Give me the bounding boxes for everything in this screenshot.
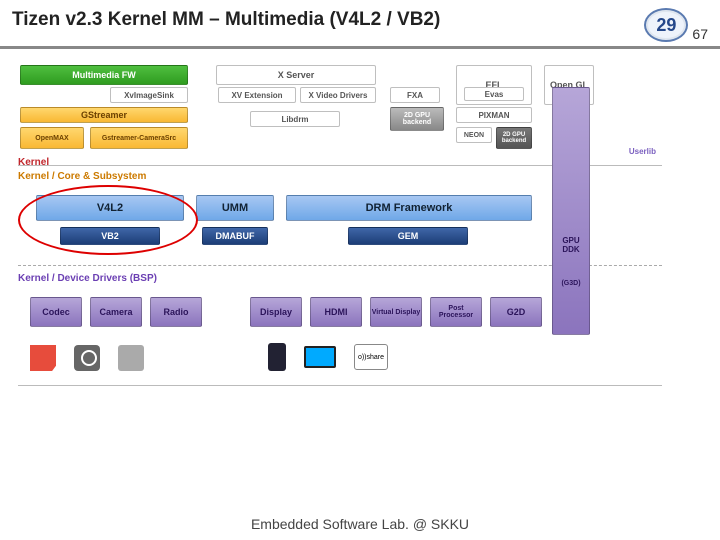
device-icons-row [30,345,144,371]
box-xvimagesink: XvImageSink [110,87,188,103]
phone-icon [268,343,286,371]
box-x-server: X Server [216,65,376,85]
box-pixman: PIXMAN [456,107,532,123]
share-icon: o))share [354,344,388,370]
page-badge: 29 67 [644,8,708,42]
box-neon: NEON [456,127,492,143]
page-current: 29 [644,8,688,42]
camera-icon [74,345,100,371]
monitor-icon [304,346,336,368]
box-libdrm: Libdrm [250,111,340,127]
slide-title: Tizen v2.3 Kernel MM – Multimedia (V4L2 … [12,8,634,32]
box-vb2: VB2 [60,227,160,245]
box-2d-gpu-backend-1: 2D GPU backend [390,107,444,131]
box-radio: Radio [150,297,202,327]
box-gpu-ddk: GPU DDK (G3D) [552,87,590,335]
label-kernel: Kernel [18,157,49,168]
box-drm-framework: DRM Framework [286,195,532,221]
box-evas: Evas [464,87,524,101]
box-v4l2: V4L2 [36,195,184,221]
box-camera: Camera [90,297,142,327]
box-gstreamer-camera-src: Gstreamer-CameraSrc [90,127,188,149]
label-kernel-core: Kernel / Core & Subsystem [18,171,146,182]
box-gem: GEM [348,227,468,245]
box-hdmi: HDMI [310,297,362,327]
box-gstreamer: GStreamer [20,107,188,123]
display-icons-row: o))share [268,343,388,371]
architecture-diagram: Multimedia FW X Server EFL Open GL XvIma… [18,65,702,445]
movie-icon [30,345,56,371]
box-openmax: OpenMAX [20,127,84,149]
label-gpu-ddk: GPU DDK [553,236,589,254]
label-kernel-bsp: Kernel / Device Drivers (BSP) [18,273,157,284]
box-umm: UMM [196,195,274,221]
page-total: 67 [692,26,708,42]
label-userlib: Userlib [629,147,656,156]
slide-footer: Embedded Software Lab. @ SKKU [0,516,720,532]
box-xv-extension: XV Extension [218,87,296,103]
box-dmabuf: DMABUF [202,227,268,245]
label-g3d: (G3D) [561,280,580,287]
radio-icon [118,345,144,371]
box-2d-gpu-backend-2: 2D GPU backend [496,127,532,149]
box-post-processor: Post Processor [430,297,482,327]
box-g2d: G2D [490,297,542,327]
box-fxa: FXA [390,87,440,103]
box-multimedia-fw: Multimedia FW [20,65,188,85]
box-codec: Codec [30,297,82,327]
box-display: Display [250,297,302,327]
slide-header: Tizen v2.3 Kernel MM – Multimedia (V4L2 … [0,0,720,49]
box-x-video-drivers: X Video Drivers [300,87,376,103]
box-virtual-display: Virtual Display [370,297,422,327]
